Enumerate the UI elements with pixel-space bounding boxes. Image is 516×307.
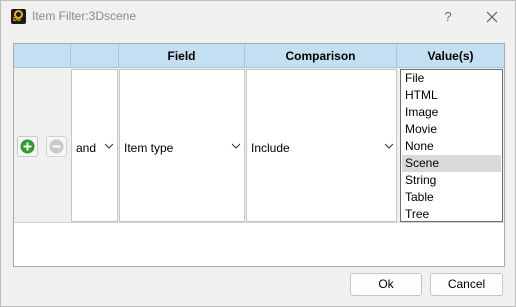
table-header: Field Comparison Value(s)	[14, 44, 504, 68]
value-option-none[interactable]: None	[402, 138, 501, 155]
chevron-down-icon	[384, 143, 394, 149]
chevron-down-icon	[231, 143, 241, 149]
minus-circle-icon	[49, 139, 64, 154]
header-values: Value(s)	[427, 49, 474, 63]
value-option-html[interactable]: HTML	[402, 87, 501, 104]
connector-value: and	[76, 141, 97, 155]
value-option-string[interactable]: String	[402, 172, 501, 189]
comparison-value: Include	[251, 141, 290, 155]
ok-button[interactable]: Ok	[350, 273, 422, 296]
value-option-file[interactable]: File	[402, 70, 501, 87]
field-dropdown[interactable]: Item type	[119, 69, 245, 222]
window-title: Item Filter:3Dscene	[32, 9, 137, 23]
value-option-tree[interactable]: Tree	[402, 206, 501, 221]
header-comparison: Comparison	[245, 44, 397, 68]
help-button[interactable]: ?	[437, 7, 459, 27]
plus-circle-icon	[20, 139, 35, 154]
filter-table: Field Comparison Value(s) and Item type …	[13, 43, 505, 267]
header-actions	[14, 44, 71, 68]
field-value: Item type	[124, 141, 174, 155]
item-filter-dialog: DB Item Filter:3Dscene ? Field Compariso…	[0, 0, 516, 307]
table-row: and Item type Include File HTML Image Mo…	[14, 68, 504, 223]
app-logo-text: DB	[13, 17, 21, 23]
cancel-button[interactable]: Cancel	[430, 273, 503, 296]
app-logo-icon: DB	[11, 9, 26, 24]
connector-dropdown[interactable]: and	[71, 69, 118, 222]
header-field: Field	[119, 44, 245, 68]
remove-condition-button[interactable]	[46, 136, 67, 157]
chevron-down-icon	[104, 143, 114, 149]
close-button[interactable]	[481, 7, 503, 27]
header-connector	[71, 44, 119, 68]
value-option-movie[interactable]: Movie	[402, 121, 501, 138]
comparison-dropdown[interactable]: Include	[246, 69, 397, 222]
value-option-scene[interactable]: Scene	[402, 155, 501, 172]
value-option-table[interactable]: Table	[402, 189, 501, 206]
close-icon	[486, 11, 498, 23]
add-condition-button[interactable]	[17, 136, 38, 157]
values-listbox[interactable]: File HTML Image Movie None Scene String …	[400, 69, 503, 222]
value-option-image[interactable]: Image	[402, 104, 501, 121]
title-bar: DB Item Filter:3Dscene ?	[1, 1, 515, 32]
